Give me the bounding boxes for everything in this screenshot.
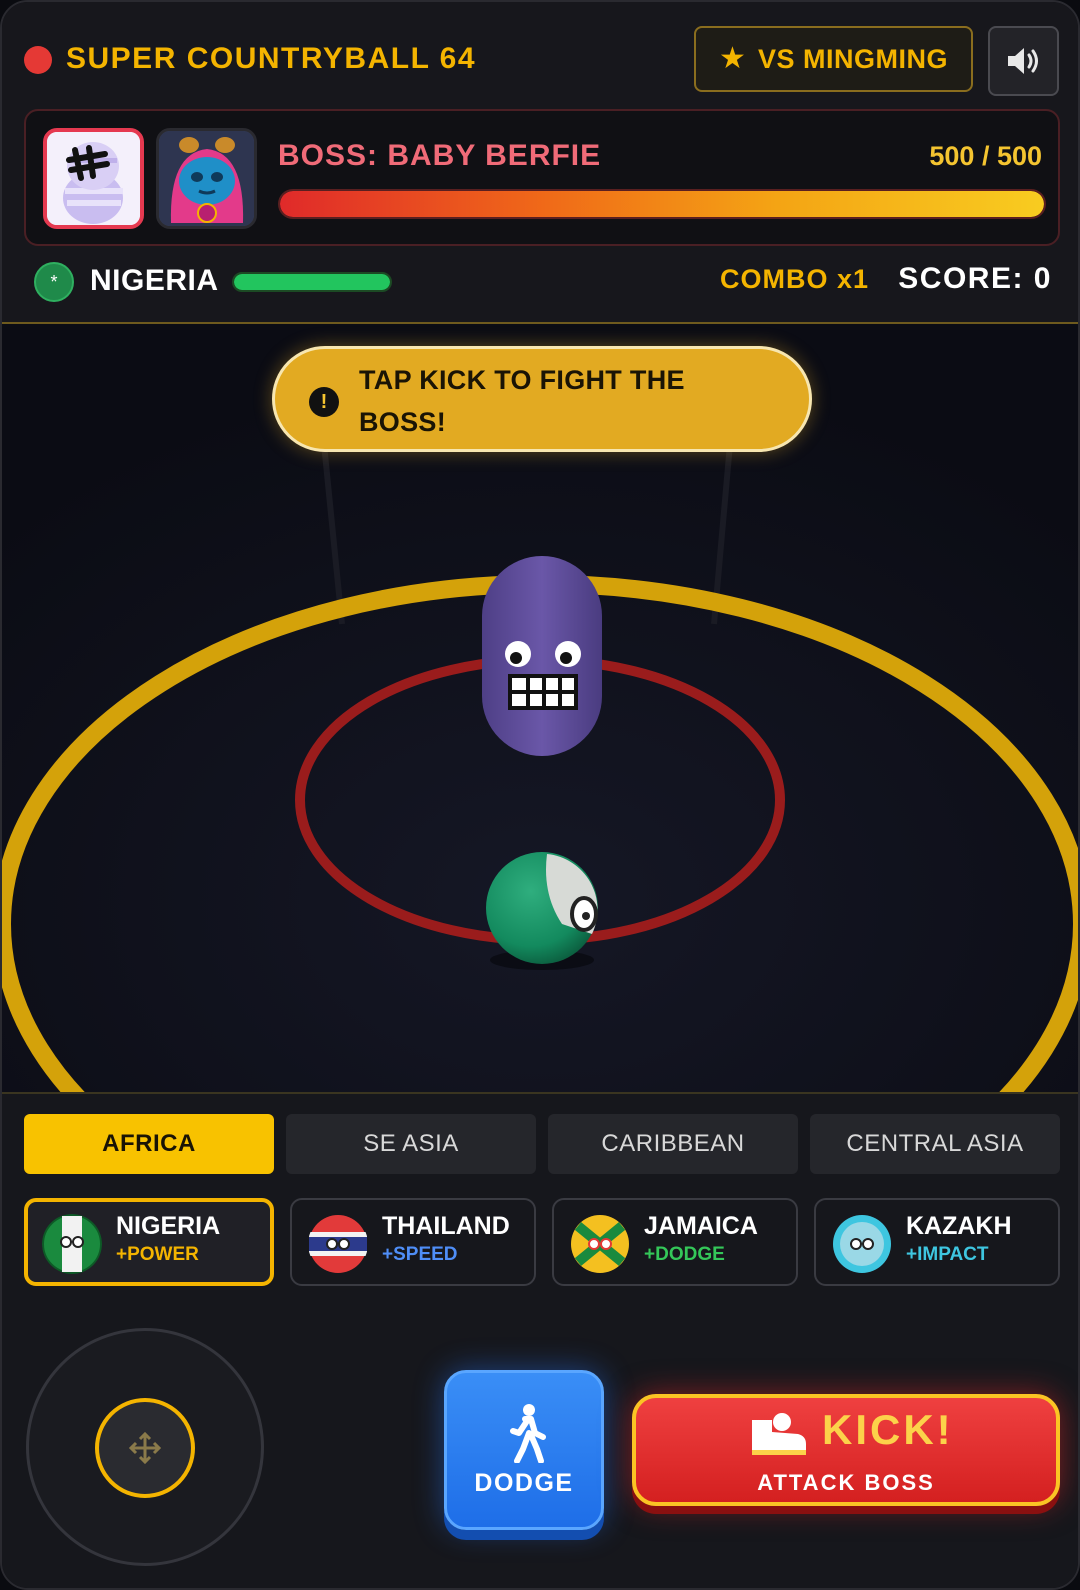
dodge-button[interactable]: DODGE: [444, 1370, 604, 1530]
vs-opponent-button[interactable]: ★ VS MINGMING: [694, 26, 973, 92]
kick-sublabel: ATTACK BOSS: [757, 1470, 935, 1495]
tab-central-asia[interactable]: CENTRAL ASIA: [810, 1114, 1060, 1174]
region-tabs: AFRICA SE ASIA CARIBBEAN CENTRAL ASIA: [24, 1114, 1060, 1174]
joystick-knob[interactable]: [95, 1398, 195, 1498]
kick-label: KICK!: [822, 1406, 954, 1453]
top-hud: SUPER COUNTRYBALL 64 ★ VS MINGMING BOSS:…: [2, 2, 1078, 324]
player-country-badge-icon: *: [34, 262, 74, 302]
hint-banner: ! TAP KICK TO FIGHT THE BOSS!: [272, 346, 812, 452]
boss-name: BOSS: BABY BERFIE: [278, 139, 602, 172]
tab-africa[interactable]: AFRICA: [24, 1114, 274, 1174]
live-indicator-dot: [24, 46, 52, 74]
team-selector: NIGERIA +POWER THAILAND +SPEED JAMAICA +…: [24, 1198, 1060, 1286]
team-bonus: +DODGE: [644, 1244, 725, 1265]
game-screen: SUPER COUNTRYBALL 64 ★ VS MINGMING BOSS:…: [0, 0, 1080, 1590]
kazakh-ball-icon: [833, 1215, 891, 1273]
team-card-nigeria[interactable]: NIGERIA +POWER: [24, 1198, 274, 1286]
player-country-name: NIGERIA: [90, 264, 219, 297]
player-avatar[interactable]: [43, 128, 144, 229]
dodge-label: DODGE: [474, 1469, 574, 1497]
control-panel: AFRICA SE ASIA CARIBBEAN CENTRAL ASIA NI…: [2, 1092, 1078, 1588]
team-name: NIGERIA: [116, 1212, 221, 1240]
speaker-icon: [1007, 48, 1038, 74]
combo-counter: COMBO x1: [720, 264, 870, 294]
team-card-jamaica[interactable]: JAMAICA +DODGE: [552, 1198, 798, 1286]
team-name: KAZAKH: [906, 1212, 1012, 1240]
vs-opponent-label: VS MINGMING: [757, 43, 948, 74]
boss-hp-text: 500 / 500: [929, 141, 1042, 171]
arena-viewport[interactable]: ! TAP KICK TO FIGHT THE BOSS!: [2, 324, 1078, 1092]
tab-se-asia[interactable]: SE ASIA: [286, 1114, 536, 1174]
boss-panel: BOSS: BABY BERFIE 500 / 500: [24, 109, 1060, 246]
team-bonus: +IMPACT: [906, 1244, 989, 1265]
baby-berfie-avatar-icon: [159, 131, 254, 226]
boss-avatar[interactable]: [156, 128, 257, 229]
team-card-thailand[interactable]: THAILAND +SPEED: [290, 1198, 536, 1286]
sound-toggle-button[interactable]: [988, 26, 1059, 96]
nigeria-ball-icon: [42, 1214, 102, 1274]
move-arrows-icon: [129, 1432, 161, 1464]
jamaica-ball-icon: [571, 1215, 629, 1273]
kick-button[interactable]: KICK! ATTACK BOSS: [632, 1394, 1060, 1506]
walking-person-icon: [510, 1404, 546, 1463]
score-counter: SCORE: 0: [898, 262, 1052, 295]
alert-icon: !: [309, 387, 339, 417]
boss-health-fill: [280, 191, 1044, 217]
boot-icon: [752, 1413, 806, 1455]
boss-health-bar: [278, 189, 1046, 219]
player-health-fill: [234, 274, 390, 290]
team-bonus: +SPEED: [382, 1244, 458, 1265]
game-title: SUPER COUNTRYBALL 64: [66, 42, 477, 75]
star-icon: ★: [719, 42, 746, 75]
hint-text: TAP KICK TO FIGHT THE BOSS!: [359, 365, 685, 437]
team-name: THAILAND: [382, 1212, 510, 1240]
team-name: JAMAICA: [644, 1212, 758, 1240]
player-status-row: * NIGERIA COMBO x1 SCORE: 0: [34, 260, 1054, 306]
player-health-bar: [232, 272, 392, 292]
team-card-kazakh[interactable]: KAZAKH +IMPACT: [814, 1198, 1060, 1286]
mummy-avatar-icon: [47, 132, 140, 225]
tab-caribbean[interactable]: CARIBBEAN: [548, 1114, 798, 1174]
team-bonus: +POWER: [116, 1244, 199, 1265]
boss-character[interactable]: [482, 556, 602, 756]
thailand-ball-icon: [309, 1215, 367, 1273]
